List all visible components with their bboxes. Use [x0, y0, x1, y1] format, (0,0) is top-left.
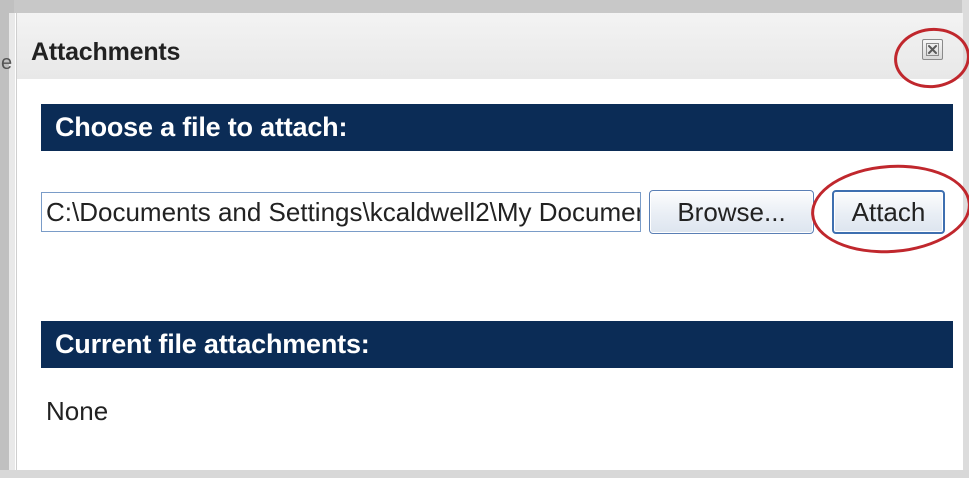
current-attachments-header: Current file attachments:: [41, 321, 953, 368]
attachments-dialog: Attachments Choose a file to attach: C:\…: [16, 13, 969, 470]
browse-button[interactable]: Browse...: [649, 190, 814, 234]
dialog-titlebar: Attachments: [17, 13, 963, 79]
screenshot-page: e Attachments Choose a file to attach: C…: [0, 0, 969, 478]
background-page-text: e: [1, 52, 13, 74]
close-icon: [926, 43, 939, 56]
window-frame-left-inner: [9, 13, 15, 473]
attach-button[interactable]: Attach: [832, 190, 945, 234]
window-frame-top: [0, 0, 969, 13]
attachments-empty-text: None: [46, 396, 109, 426]
choose-file-header: Choose a file to attach:: [41, 104, 953, 151]
window-frame-bottom: [0, 470, 969, 478]
window-frame-right: [962, 0, 969, 478]
close-button[interactable]: [922, 39, 943, 60]
dialog-title: Attachments: [31, 38, 181, 66]
file-path-input[interactable]: C:\Documents and Settings\kcaldwell2\My …: [41, 192, 641, 232]
